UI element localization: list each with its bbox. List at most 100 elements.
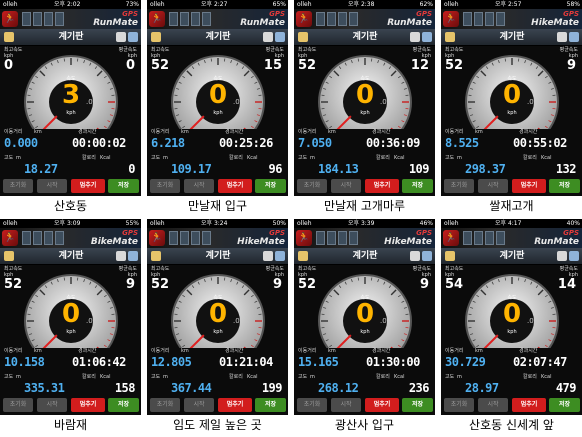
app-banner[interactable]: 🏃 GPS RunMate <box>0 9 141 29</box>
map-icon[interactable] <box>275 251 285 261</box>
avg-speed-value: 14 <box>557 277 576 292</box>
battery-level: 65% <box>272 1 286 8</box>
stop-button[interactable]: 멈추기 <box>512 179 546 193</box>
app-name: BikeMate <box>90 237 138 247</box>
camera-icon[interactable] <box>557 32 567 42</box>
app-banner[interactable]: 🏃 GPS HikeMate <box>441 9 582 29</box>
map-icon[interactable] <box>128 32 138 42</box>
map-icon[interactable] <box>569 32 579 42</box>
altitude-label: 고도 <box>445 155 455 161</box>
camera-icon[interactable] <box>557 251 567 261</box>
reset-button[interactable]: 초기화 <box>3 398 33 412</box>
thumbnail-icon <box>485 231 494 245</box>
kph-unit: kph <box>360 110 370 116</box>
max-speed-value: 52 <box>4 277 23 292</box>
map-icon[interactable] <box>275 32 285 42</box>
altitude-label: 고도 <box>151 374 161 380</box>
app-banner[interactable]: 🏃 GPS HikeMate <box>147 228 288 248</box>
stop-button[interactable]: 멈추기 <box>71 398 105 412</box>
reset-button[interactable]: 초기화 <box>3 179 33 193</box>
calorie-label: 칼로리 <box>523 374 537 380</box>
start-button[interactable]: 시작 <box>37 179 67 193</box>
clock: 오후 3:24 <box>201 220 228 227</box>
thumbnail-icon <box>33 12 42 26</box>
reset-button[interactable]: 초기화 <box>297 398 327 412</box>
camera-icon[interactable] <box>410 251 420 261</box>
reset-button[interactable]: 초기화 <box>297 179 327 193</box>
start-button[interactable]: 시작 <box>478 398 508 412</box>
thumbnail-icon <box>202 12 211 26</box>
start-button[interactable]: 시작 <box>37 398 67 412</box>
status-bar: olleh 오후 3:09 55% <box>0 219 141 228</box>
reset-button[interactable]: 초기화 <box>150 179 180 193</box>
map-icon[interactable] <box>422 32 432 42</box>
save-button[interactable]: 저장 <box>255 398 286 412</box>
runner-logo-icon: 🏃 <box>2 230 18 246</box>
app-banner[interactable]: 🏃 GPS RunMate <box>441 228 582 248</box>
app-banner[interactable]: 🏃 GPS HikeMate <box>294 228 435 248</box>
stop-button[interactable]: 멈추기 <box>218 179 252 193</box>
save-button[interactable]: 저장 <box>108 179 139 193</box>
stop-button[interactable]: 멈추기 <box>512 398 546 412</box>
runner-logo-icon: 🏃 <box>2 11 18 27</box>
start-button[interactable]: 시작 <box>184 179 214 193</box>
current-speed-value: 0 <box>502 299 522 329</box>
camera-icon[interactable] <box>263 32 273 42</box>
map-icon[interactable] <box>569 251 579 261</box>
carrier-label: olleh <box>150 1 165 8</box>
calorie-value: 236 <box>408 381 430 395</box>
m-unit: m <box>16 155 21 161</box>
avg-speed-value: 9 <box>125 277 135 292</box>
reset-button[interactable]: 초기화 <box>444 179 474 193</box>
altitude-value: 335.31 <box>24 381 65 395</box>
stop-button[interactable]: 멈추기 <box>71 179 105 193</box>
start-button[interactable]: 시작 <box>478 179 508 193</box>
distance-value: 8.525 <box>445 136 479 150</box>
km-unit: km <box>34 348 42 354</box>
app-thumbnails <box>169 12 229 26</box>
map-icon[interactable] <box>422 251 432 261</box>
camera-icon[interactable] <box>263 251 273 261</box>
start-button[interactable]: 시작 <box>331 398 361 412</box>
elapsed-label: 경과시간 <box>372 129 391 135</box>
button-row: 초기화 시작 멈추기 저장 <box>294 397 435 413</box>
app-banner[interactable]: 🏃 GPS RunMate <box>294 9 435 29</box>
stop-button[interactable]: 멈추기 <box>218 398 252 412</box>
app-thumbnails <box>463 231 523 245</box>
speed-decimal: .0 <box>233 98 240 106</box>
save-button[interactable]: 저장 <box>549 179 580 193</box>
thumbnail-icon <box>338 12 347 26</box>
speed-decimal: .0 <box>527 98 534 106</box>
app-thumbnails <box>169 231 229 245</box>
thumbnail-icon <box>316 231 325 245</box>
save-button[interactable]: 저장 <box>255 179 286 193</box>
start-button[interactable]: 시작 <box>184 398 214 412</box>
save-button[interactable]: 저장 <box>549 398 580 412</box>
runner-logo-icon: 🏃 <box>443 11 459 27</box>
title-bar: 계기판 <box>147 29 288 46</box>
clock: 오후 2:02 <box>54 1 81 8</box>
camera-icon[interactable] <box>116 32 126 42</box>
app-name: HikeMate <box>384 237 432 247</box>
app-banner[interactable]: 🏃 GPS RunMate <box>147 9 288 29</box>
save-button[interactable]: 저장 <box>108 398 139 412</box>
reset-button[interactable]: 초기화 <box>150 398 180 412</box>
reset-button[interactable]: 초기화 <box>444 398 474 412</box>
map-icon[interactable] <box>128 251 138 261</box>
camera-icon[interactable] <box>116 251 126 261</box>
start-button[interactable]: 시작 <box>331 179 361 193</box>
save-button[interactable]: 저장 <box>402 398 433 412</box>
elapsed-label: 경과시간 <box>372 348 391 354</box>
app-banner[interactable]: 🏃 GPS BikeMate <box>0 228 141 248</box>
altitude-value: 298.37 <box>465 162 506 176</box>
altitude-value: 367.44 <box>171 381 212 395</box>
save-button[interactable]: 저장 <box>402 179 433 193</box>
stop-button[interactable]: 멈추기 <box>365 398 399 412</box>
clock: 오후 2:38 <box>348 1 375 8</box>
dashboard-panel: olleh 오후 3:39 46% 🏃 GPS HikeMate 계기판 최고속도… <box>294 219 436 436</box>
calorie-label: 칼로리 <box>376 374 390 380</box>
carrier-label: olleh <box>297 220 312 227</box>
distance-value: 12.805 <box>151 355 192 369</box>
camera-icon[interactable] <box>410 32 420 42</box>
stop-button[interactable]: 멈추기 <box>365 179 399 193</box>
